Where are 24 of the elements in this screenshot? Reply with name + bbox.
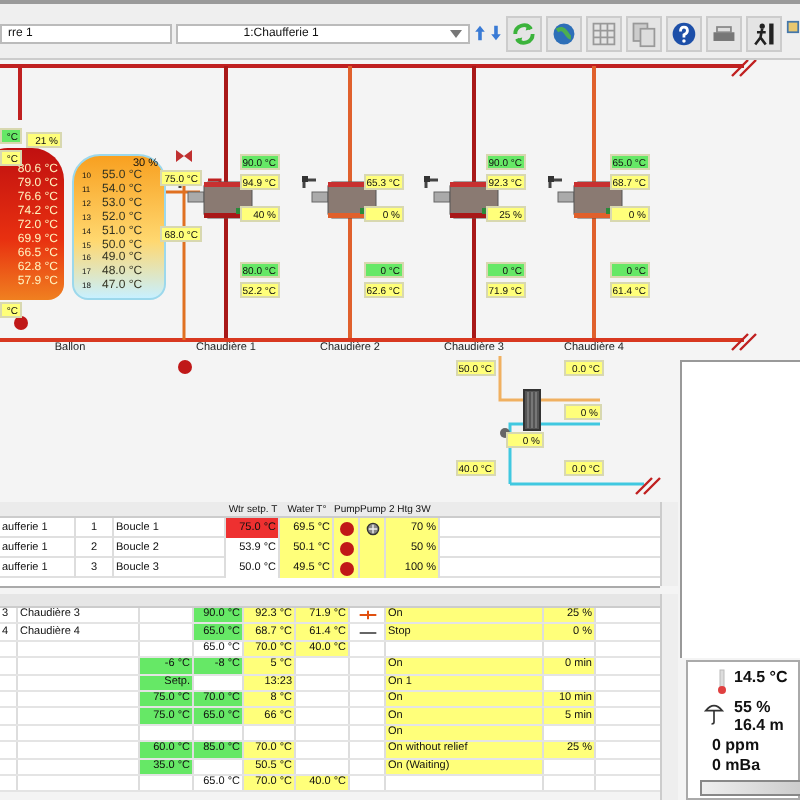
gauge-bar bbox=[700, 780, 800, 796]
heat-exchanger-drawing bbox=[522, 388, 542, 432]
temperature-value: 14.5 °C bbox=[734, 668, 788, 686]
exit-icon[interactable] bbox=[746, 15, 782, 51]
pump-icon bbox=[14, 316, 28, 330]
weather-reading: 16.4 m bbox=[734, 716, 784, 734]
humidity-value: 55 % bbox=[734, 698, 773, 716]
grid-icon[interactable] bbox=[586, 15, 623, 51]
pressure-value: 0 mBa bbox=[712, 756, 763, 774]
refresh-icon[interactable] bbox=[506, 15, 543, 51]
print-icon[interactable] bbox=[706, 15, 743, 51]
valve-icon bbox=[176, 148, 192, 164]
umbrella-icon bbox=[704, 702, 724, 726]
up-arrow-icon[interactable] bbox=[474, 22, 487, 44]
pump-icon bbox=[178, 360, 192, 374]
globe-icon[interactable] bbox=[546, 15, 583, 51]
help-icon[interactable] bbox=[666, 15, 703, 51]
co2-value: 0 ppm bbox=[712, 736, 762, 754]
caret-icon[interactable] bbox=[450, 29, 463, 37]
thermometer-icon bbox=[716, 668, 728, 696]
scrollbar[interactable] bbox=[660, 502, 678, 586]
window-icon[interactable] bbox=[785, 20, 800, 34]
scrollbar[interactable] bbox=[660, 594, 678, 800]
down-arrow-icon[interactable] bbox=[490, 22, 503, 44]
